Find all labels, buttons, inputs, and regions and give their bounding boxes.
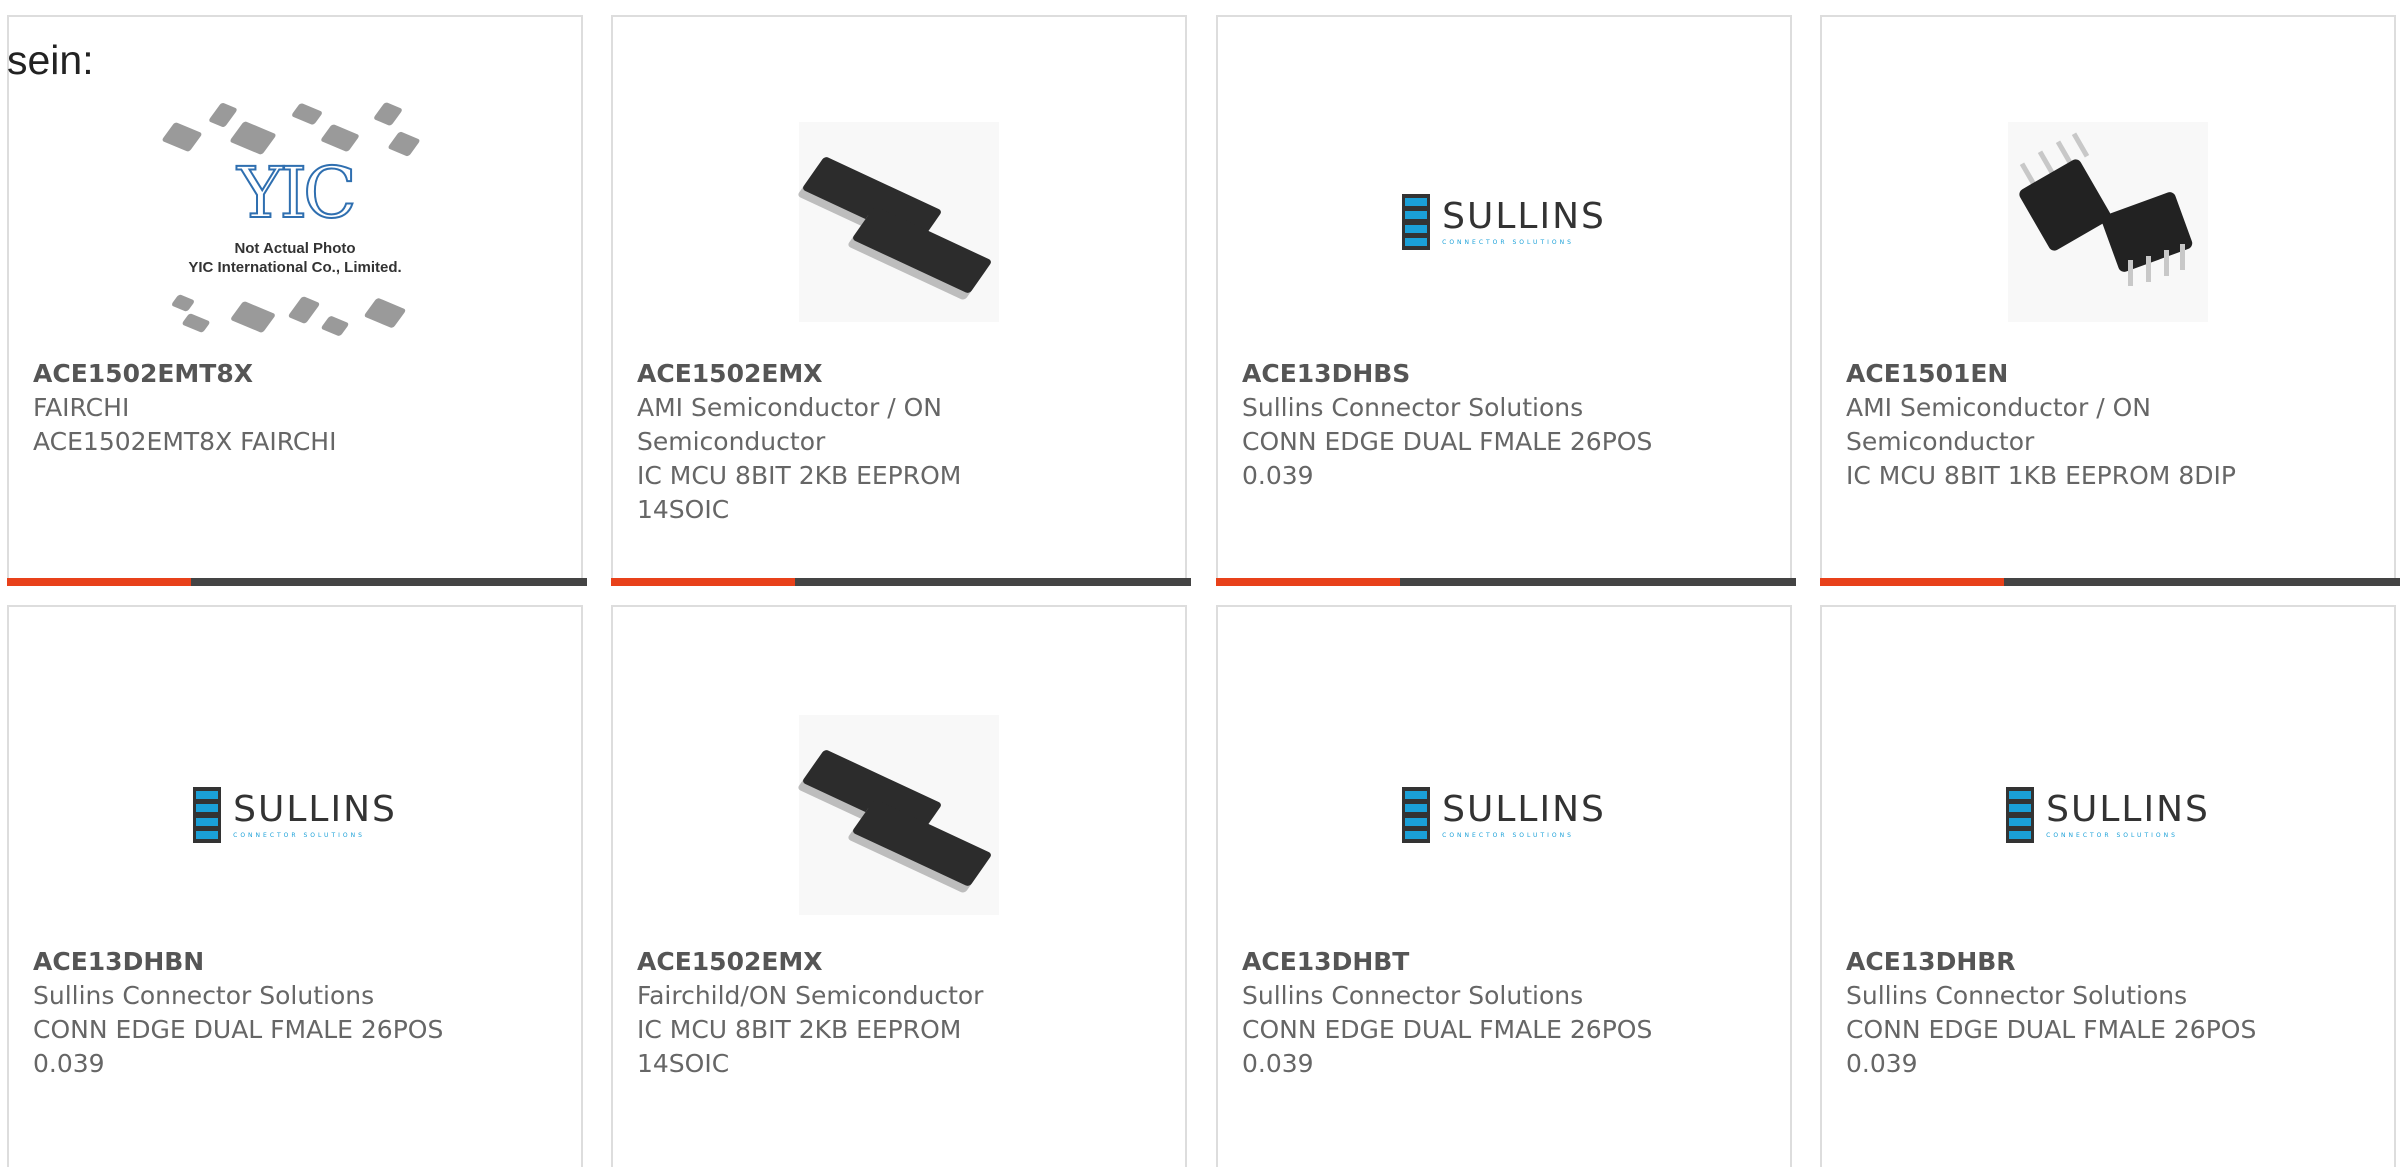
product-card[interactable]: SULLINS CONNECTOR SOLUTIONS ACE13DHBS Su… <box>1216 15 1796 586</box>
card-accent-bar <box>1216 578 1796 586</box>
description: CONN EDGE DUAL FMALE 26POS 0.039 <box>1846 1015 2257 1078</box>
sullins-logo-tagline: CONNECTOR SOLUTIONS <box>1442 238 1574 246</box>
sullins-logo-icon: SULLINS CONNECTOR SOLUTIONS <box>2006 787 2210 843</box>
product-image[interactable] <box>613 77 1185 367</box>
product-image[interactable] <box>613 665 1185 965</box>
yic-placeholder-image: YIC Not Actual Photo YIC International C… <box>155 97 435 347</box>
sullins-logo-icon: SULLINS CONNECTOR SOLUTIONS <box>193 787 397 843</box>
product-card[interactable]: ACE1502EMX AMI Semiconductor / ON Semico… <box>611 15 1191 586</box>
product-info: ACE1501EN AMI Semiconductor / ON Semicon… <box>1846 357 2370 493</box>
manufacturer: AMI Semiconductor / ON Semiconductor <box>1846 393 2151 456</box>
yic-logo-icon: YIC <box>236 152 357 234</box>
product-image[interactable]: YIC Not Actual Photo YIC International C… <box>9 77 581 367</box>
sullins-logo-icon: SULLINS CONNECTOR SOLUTIONS <box>1402 194 1606 250</box>
product-image[interactable]: SULLINS CONNECTOR SOLUTIONS <box>1218 665 1790 965</box>
sullins-logo-text: SULLINS <box>1442 195 1606 237</box>
manufacturer: FAIRCHI <box>33 393 130 422</box>
part-number-link[interactable]: ACE13DHBS <box>1242 357 1766 391</box>
dip-chip-image <box>2008 122 2208 322</box>
product-card[interactable]: YIC Not Actual Photo YIC International C… <box>7 15 587 586</box>
sullins-logo-tagline: CONNECTOR SOLUTIONS <box>2046 831 2178 839</box>
card-accent-bar <box>7 578 587 586</box>
product-info: ACE13DHBR Sullins Connector Solutions CO… <box>1846 945 2370 1081</box>
card-accent-bar <box>611 578 1191 586</box>
sullins-logo-icon: SULLINS CONNECTOR SOLUTIONS <box>1402 787 1606 843</box>
description: IC MCU 8BIT 2KB EEPROM 14SOIC <box>637 1015 962 1078</box>
part-number-link[interactable]: ACE1502EMX <box>637 357 1161 391</box>
soic-chip-image <box>799 122 999 322</box>
product-card[interactable]: SULLINS CONNECTOR SOLUTIONS ACE13DHBR Su… <box>1820 605 2396 1167</box>
manufacturer: Sullins Connector Solutions <box>1846 981 2188 1010</box>
description: CONN EDGE DUAL FMALE 26POS 0.039 <box>33 1015 444 1078</box>
sullins-logo-tagline: CONNECTOR SOLUTIONS <box>1442 831 1574 839</box>
manufacturer: Sullins Connector Solutions <box>33 981 375 1010</box>
product-info: ACE1502EMT8X FAIRCHI ACE1502EMT8X FAIRCH… <box>33 357 557 459</box>
product-info: ACE1502EMX Fairchild/ON Semiconductor IC… <box>637 945 1161 1081</box>
product-info: ACE13DHBN Sullins Connector Solutions CO… <box>33 945 557 1081</box>
part-number-link[interactable]: ACE1502EMT8X <box>33 357 557 391</box>
card-accent-bar <box>1820 578 2400 586</box>
product-image[interactable] <box>1822 77 2394 367</box>
description: CONN EDGE DUAL FMALE 26POS 0.039 <box>1242 427 1653 490</box>
product-card[interactable]: ACE1502EMX Fairchild/ON Semiconductor IC… <box>611 605 1187 1167</box>
product-grid-page: sein: YIC Not Actual Photo YIC Internati… <box>0 0 2400 1167</box>
part-number-link[interactable]: ACE1502EMX <box>637 945 1161 979</box>
manufacturer: AMI Semiconductor / ON Semiconductor <box>637 393 942 456</box>
part-number-link[interactable]: ACE13DHBR <box>1846 945 2370 979</box>
product-image[interactable]: SULLINS CONNECTOR SOLUTIONS <box>1218 77 1790 367</box>
sullins-logo-tagline: CONNECTOR SOLUTIONS <box>233 831 365 839</box>
product-card[interactable]: ACE1501EN AMI Semiconductor / ON Semicon… <box>1820 15 2400 586</box>
manufacturer: Sullins Connector Solutions <box>1242 393 1584 422</box>
manufacturer: Fairchild/ON Semiconductor <box>637 981 984 1010</box>
description: CONN EDGE DUAL FMALE 26POS 0.039 <box>1242 1015 1653 1078</box>
sullins-logo-text: SULLINS <box>2046 788 2210 830</box>
product-image[interactable]: SULLINS CONNECTOR SOLUTIONS <box>9 665 581 965</box>
sullins-logo-text: SULLINS <box>233 788 397 830</box>
soic-chip-image <box>799 715 999 915</box>
product-card[interactable]: SULLINS CONNECTOR SOLUTIONS ACE13DHBN Su… <box>7 605 583 1167</box>
product-info: ACE1502EMX AMI Semiconductor / ON Semico… <box>637 357 1161 527</box>
intro-text: sein: <box>7 37 94 83</box>
part-number-link[interactable]: ACE13DHBN <box>33 945 557 979</box>
description: ACE1502EMT8X FAIRCHI <box>33 427 337 456</box>
part-number-link[interactable]: ACE1501EN <box>1846 357 2370 391</box>
part-number-link[interactable]: ACE13DHBT <box>1242 945 1766 979</box>
description: IC MCU 8BIT 2KB EEPROM 14SOIC <box>637 461 962 524</box>
manufacturer: Sullins Connector Solutions <box>1242 981 1584 1010</box>
product-info: ACE13DHBT Sullins Connector Solutions CO… <box>1242 945 1766 1081</box>
product-image[interactable]: SULLINS CONNECTOR SOLUTIONS <box>1822 665 2394 965</box>
image-caption: Not Actual Photo YIC International Co., … <box>188 240 402 276</box>
product-card[interactable]: SULLINS CONNECTOR SOLUTIONS ACE13DHBT Su… <box>1216 605 1792 1167</box>
sullins-logo-text: SULLINS <box>1442 788 1606 830</box>
description: IC MCU 8BIT 1KB EEPROM 8DIP <box>1846 461 2236 490</box>
product-info: ACE13DHBS Sullins Connector Solutions CO… <box>1242 357 1766 493</box>
